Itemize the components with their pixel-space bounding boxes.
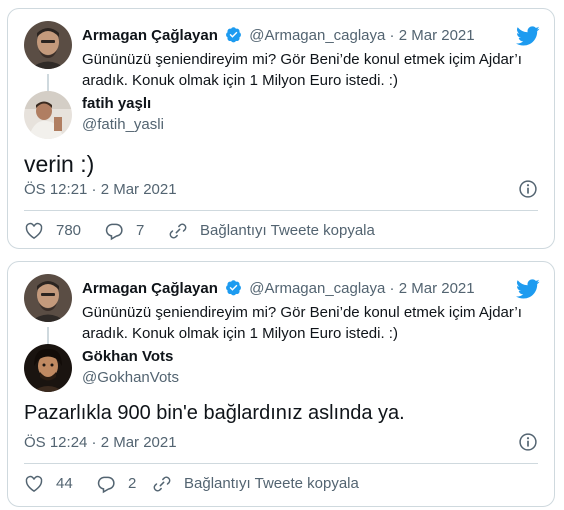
- reply-text: Pazarlıkla 900 bin'e bağlardınız aslında…: [24, 402, 405, 424]
- avatar[interactable]: [24, 344, 72, 392]
- reply-button[interactable]: 2: [96, 472, 136, 496]
- copy-link-label: Bağlantıyı Tweete kopyala: [200, 222, 375, 239]
- author-handle[interactable]: @Armagan_caglaya: [249, 27, 385, 44]
- divider: [24, 463, 538, 464]
- tweet-date[interactable]: 2 Mar 2021: [399, 27, 475, 44]
- reply-author-name[interactable]: Gökhan Vots: [82, 348, 173, 365]
- reply-count: 7: [136, 222, 145, 239]
- reply-author[interactable]: Gökhan Vots @GokhanVots: [24, 344, 540, 392]
- tweet-timestamp[interactable]: ÖS 12:21 · 2 Mar 2021: [24, 181, 177, 198]
- twitter-bird-icon[interactable]: [516, 24, 540, 48]
- embedded-tweet-card[interactable]: Armagan Çağlayan @Armagan_caglaya · 2 Ma…: [7, 261, 555, 507]
- reply-bubble-icon: [105, 223, 123, 241]
- like-count: 44: [56, 475, 73, 492]
- copy-link-button[interactable]: Bağlantıyı Tweete kopyala: [168, 219, 375, 243]
- info-icon[interactable]: [518, 432, 538, 452]
- separator-dot: ·: [389, 27, 395, 44]
- tweet-timestamp[interactable]: ÖS 12:24 · 2 Mar 2021: [24, 434, 177, 451]
- info-icon[interactable]: [518, 179, 538, 199]
- verified-badge-icon: [226, 280, 241, 296]
- copy-link-label: Bağlantıyı Tweete kopyala: [184, 475, 359, 492]
- reply-button[interactable]: 7: [104, 219, 144, 243]
- like-count: 780: [56, 222, 82, 239]
- reply-author-handle[interactable]: @GokhanVots: [82, 369, 179, 386]
- avatar[interactable]: [24, 274, 72, 322]
- tweet-date[interactable]: 2 Mar 2021: [399, 280, 475, 297]
- verified-badge-icon: [226, 27, 241, 43]
- heart-icon: [25, 475, 43, 492]
- heart-icon: [25, 222, 43, 239]
- quoted-original-tweet[interactable]: Armagan Çağlayan @Armagan_caglaya · 2 Ma…: [24, 21, 540, 100]
- avatar[interactable]: [24, 91, 72, 139]
- reply-text: verin :): [24, 151, 95, 177]
- reply-author-handle[interactable]: @fatih_yasli: [82, 116, 164, 133]
- link-icon: [169, 223, 187, 239]
- author-name[interactable]: Armagan Çağlayan: [82, 280, 218, 297]
- reply-bubble-icon: [97, 476, 115, 494]
- reply-author[interactable]: fatih yaşlı @fatih_yasli: [24, 91, 540, 139]
- link-icon: [153, 476, 171, 492]
- divider: [24, 210, 538, 211]
- tweet-actions: 780 7 Bağlantıyı Tweete kopyala: [24, 219, 544, 243]
- copy-link-button[interactable]: Bağlantıyı Tweete kopyala: [152, 472, 359, 496]
- embedded-tweet-card[interactable]: Armagan Çağlayan @Armagan_caglaya · 2 Ma…: [7, 8, 555, 249]
- avatar[interactable]: [24, 21, 72, 69]
- author-handle[interactable]: @Armagan_caglaya: [249, 280, 385, 297]
- separator-dot: ·: [389, 280, 395, 297]
- original-tweet-text: Gününüzü şeniendireyim mi? Gör Beni’de k…: [82, 304, 522, 342]
- twitter-bird-icon[interactable]: [516, 277, 540, 301]
- reply-author-name[interactable]: fatih yaşlı: [82, 95, 151, 112]
- tweet-header: Armagan Çağlayan @Armagan_caglaya · 2 Ma…: [82, 279, 504, 299]
- author-name[interactable]: Armagan Çağlayan: [82, 27, 218, 44]
- reply-count: 2: [128, 475, 137, 492]
- quoted-original-tweet[interactable]: Armagan Çağlayan @Armagan_caglaya · 2 Ma…: [24, 274, 540, 353]
- original-tweet-text: Gününüzü şeniendireyim mi? Gör Beni’de k…: [82, 51, 522, 89]
- like-button[interactable]: 780: [24, 219, 81, 243]
- like-button[interactable]: 44: [24, 472, 73, 496]
- tweet-header: Armagan Çağlayan @Armagan_caglaya · 2 Ma…: [82, 26, 504, 46]
- tweet-actions: 44 2 Bağlantıyı Tweete kopyala: [24, 472, 544, 496]
